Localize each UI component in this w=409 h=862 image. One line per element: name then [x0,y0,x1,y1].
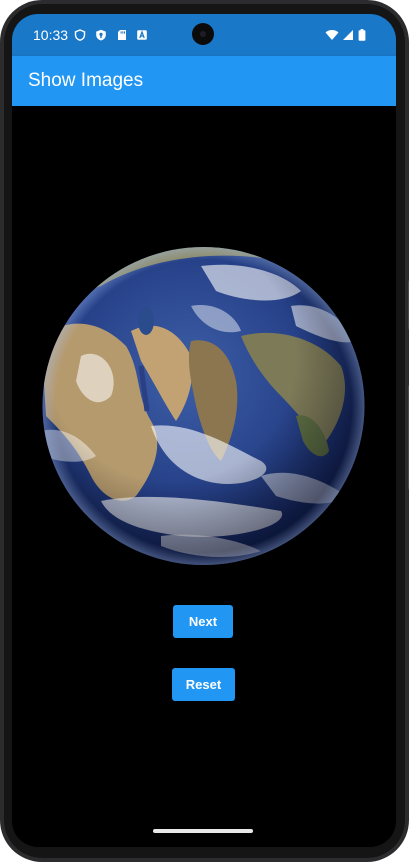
next-button[interactable]: Next [173,605,233,638]
phone-frame: 10:33 Show Images Next Reset [0,0,409,862]
wifi-icon [325,30,339,40]
battery-icon [358,29,366,41]
status-bar: 10:33 [12,14,396,56]
vpn-key-icon [96,29,106,41]
reset-button[interactable]: Reset [172,668,235,701]
status-time: 10:33 [33,27,69,43]
earth-globe-image [42,247,365,565]
a-box-icon [137,30,147,40]
sd-card-icon [118,30,126,40]
signal-icon [343,30,353,40]
home-indicator[interactable] [153,829,253,833]
app-title: Show Images [28,70,144,91]
shield-icon [74,29,86,41]
app-bar: Show Images [12,56,396,106]
front-camera [192,23,214,45]
screen: 10:33 Show Images Next Reset [12,14,396,847]
earth-image [41,246,366,566]
